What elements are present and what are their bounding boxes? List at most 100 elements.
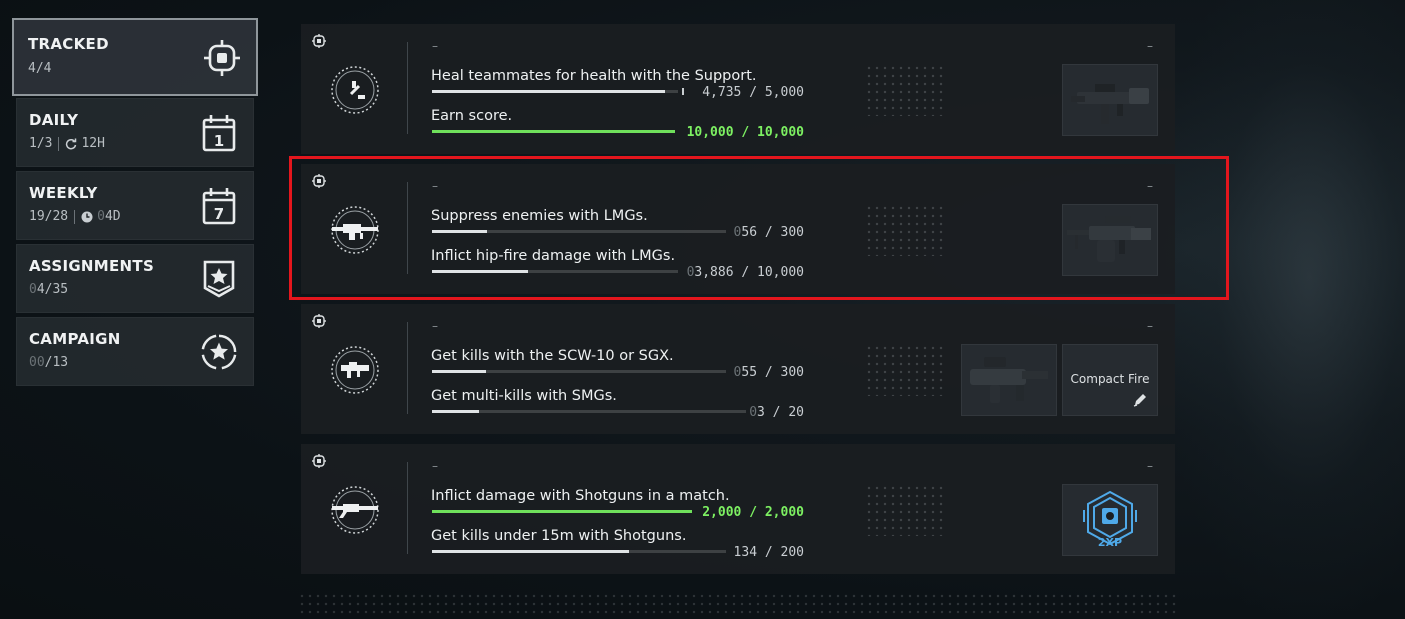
challenge-card[interactable]: – – Inflict damage with Shotguns in a ma… (301, 444, 1175, 574)
challenge-row: Get kills with the SCW-10 or SGX. 055 / … (431, 348, 811, 382)
dot-pattern (865, 204, 945, 256)
tab-progress: 00/13 (29, 355, 69, 370)
progress-bar (432, 410, 746, 413)
dot-pattern (865, 484, 945, 536)
progress-fill (432, 370, 486, 373)
progress-value: 2,000 / 2,000 (702, 505, 804, 520)
dot-pattern (865, 344, 945, 396)
challenge-label: Get multi-kills with SMGs. (431, 388, 617, 404)
tab-progress: 4/4 (28, 61, 52, 76)
support-icon (329, 64, 381, 116)
progress-fill (432, 90, 665, 93)
progress-value: 134 / 200 (733, 545, 804, 560)
pen-icon (1133, 394, 1146, 407)
dash-left: – (432, 459, 438, 473)
challenge-row: Suppress enemies with LMGs. 056 / 300 (431, 208, 811, 242)
clock-icon (81, 211, 93, 222)
crosshair-icon[interactable] (312, 454, 326, 468)
crosshair-icon[interactable] (312, 314, 326, 328)
svg-text:7: 7 (214, 205, 224, 223)
divider (407, 182, 408, 274)
svg-text:2XP: 2XP (1098, 536, 1122, 549)
challenge-card[interactable]: – – Get kills with the SCW-10 or SGX. 05… (301, 304, 1175, 434)
dash-right: – (1147, 39, 1153, 53)
progress-bar (432, 130, 675, 133)
reward-booster[interactable]: 2XP (1062, 484, 1158, 556)
svg-text:1: 1 (214, 132, 224, 150)
tab-campaign[interactable]: CAMPAIGN 00/13 (16, 317, 254, 386)
tab-daily[interactable]: DAILY 1/3 12H 1 (16, 98, 254, 167)
progress-value: 4,735 / 5,000 (702, 85, 804, 100)
dot-pattern (865, 64, 945, 116)
progress-fill (432, 550, 629, 553)
crosshair-icon[interactable] (312, 34, 326, 48)
progress-fill (432, 270, 528, 273)
progress-fill (432, 510, 692, 513)
challenge-row: Get kills under 15m with Shotguns. 134 /… (431, 528, 811, 562)
tab-weekly[interactable]: WEEKLY 19/28 04D 7 (16, 171, 254, 240)
dash-left: – (432, 39, 438, 53)
star-circle-icon (201, 333, 237, 371)
progress-value: 03,886 / 10,000 (686, 265, 804, 280)
progress-bar (432, 550, 726, 553)
progress-value: 10,000 / 10,000 (686, 125, 804, 140)
progress-value: 056 / 300 (733, 225, 804, 240)
challenge-label: Heal teammates for health with the Suppo… (431, 68, 757, 84)
dash-right: – (1147, 319, 1153, 333)
star-shield-icon (201, 260, 237, 298)
progress-bar (432, 270, 678, 273)
dash-right: – (1147, 179, 1153, 193)
calendar-7-icon: 7 (201, 187, 237, 225)
challenge-row: Get multi-kills with SMGs. 03 / 20 (431, 388, 811, 422)
tab-timer: 04D (97, 209, 121, 224)
challenge-label: Inflict damage with Shotguns in a match. (431, 488, 730, 504)
divider (407, 462, 408, 554)
progress-fill (432, 410, 480, 413)
challenge-row: Inflict damage with Shotguns in a match.… (431, 488, 811, 522)
challenge-card[interactable]: – – Heal teammates for health with the S… (301, 24, 1175, 154)
challenge-label: Earn score. (431, 108, 513, 124)
crosshair-icon[interactable] (312, 174, 326, 188)
divider (407, 322, 408, 414)
challenge-row: Inflict hip-fire damage with LMGs. 03,88… (431, 248, 811, 282)
progress-bar (432, 510, 692, 513)
challenge-label: Get kills with the SCW-10 or SGX. (431, 348, 674, 364)
divider (407, 42, 408, 134)
tab-tracked[interactable]: TRACKED 4/4 (12, 18, 258, 96)
challenge-label: Suppress enemies with LMGs. (431, 208, 648, 224)
smg-weapon-image (1071, 84, 1149, 124)
dash-left: – (432, 179, 438, 193)
progress-fill (432, 230, 487, 233)
refresh-icon (66, 138, 77, 149)
progress-value: 055 / 300 (733, 365, 804, 380)
dash-left: – (432, 319, 438, 333)
crosshair-icon (204, 39, 240, 77)
challenge-card[interactable]: – – Suppress enemies with LMGs. 056 / 30… (301, 164, 1175, 294)
dot-pattern (298, 592, 1178, 616)
tab-title: CAMPAIGN (29, 330, 121, 348)
tab-title: TRACKED (28, 35, 109, 53)
reward-weapon[interactable] (1062, 204, 1158, 276)
tab-title: WEEKLY (29, 184, 98, 202)
reward-attachment[interactable]: Compact Fire (1062, 344, 1158, 416)
progress-bar (432, 88, 684, 95)
reward-weapon[interactable] (961, 344, 1057, 416)
challenge-label: Get kills under 15m with Shotguns. (431, 528, 687, 544)
smg-icon (329, 344, 381, 396)
progress-bar (432, 230, 726, 233)
progress-value: 03 / 20 (749, 405, 804, 420)
tab-progress: 19/28 04D (29, 209, 121, 224)
tab-assignments[interactable]: ASSIGNMENTS 0 4/35 (16, 244, 254, 313)
attachment-label: Compact Fire (1070, 372, 1150, 386)
progress-bar (432, 370, 726, 373)
smg-weapon-image (970, 357, 1048, 403)
challenge-row: Earn score. 10,000 / 10,000 (431, 108, 811, 142)
tab-progress: 0 4/35 (29, 282, 69, 297)
dash-right: – (1147, 459, 1153, 473)
tab-timer: 12H (81, 136, 105, 151)
reward-weapon[interactable] (1062, 64, 1158, 136)
tab-title: ASSIGNMENTS (29, 257, 155, 275)
shotgun-icon (329, 484, 381, 536)
challenge-label: Inflict hip-fire damage with LMGs. (431, 248, 676, 264)
2xp-booster-icon: 2XP (1083, 490, 1137, 549)
